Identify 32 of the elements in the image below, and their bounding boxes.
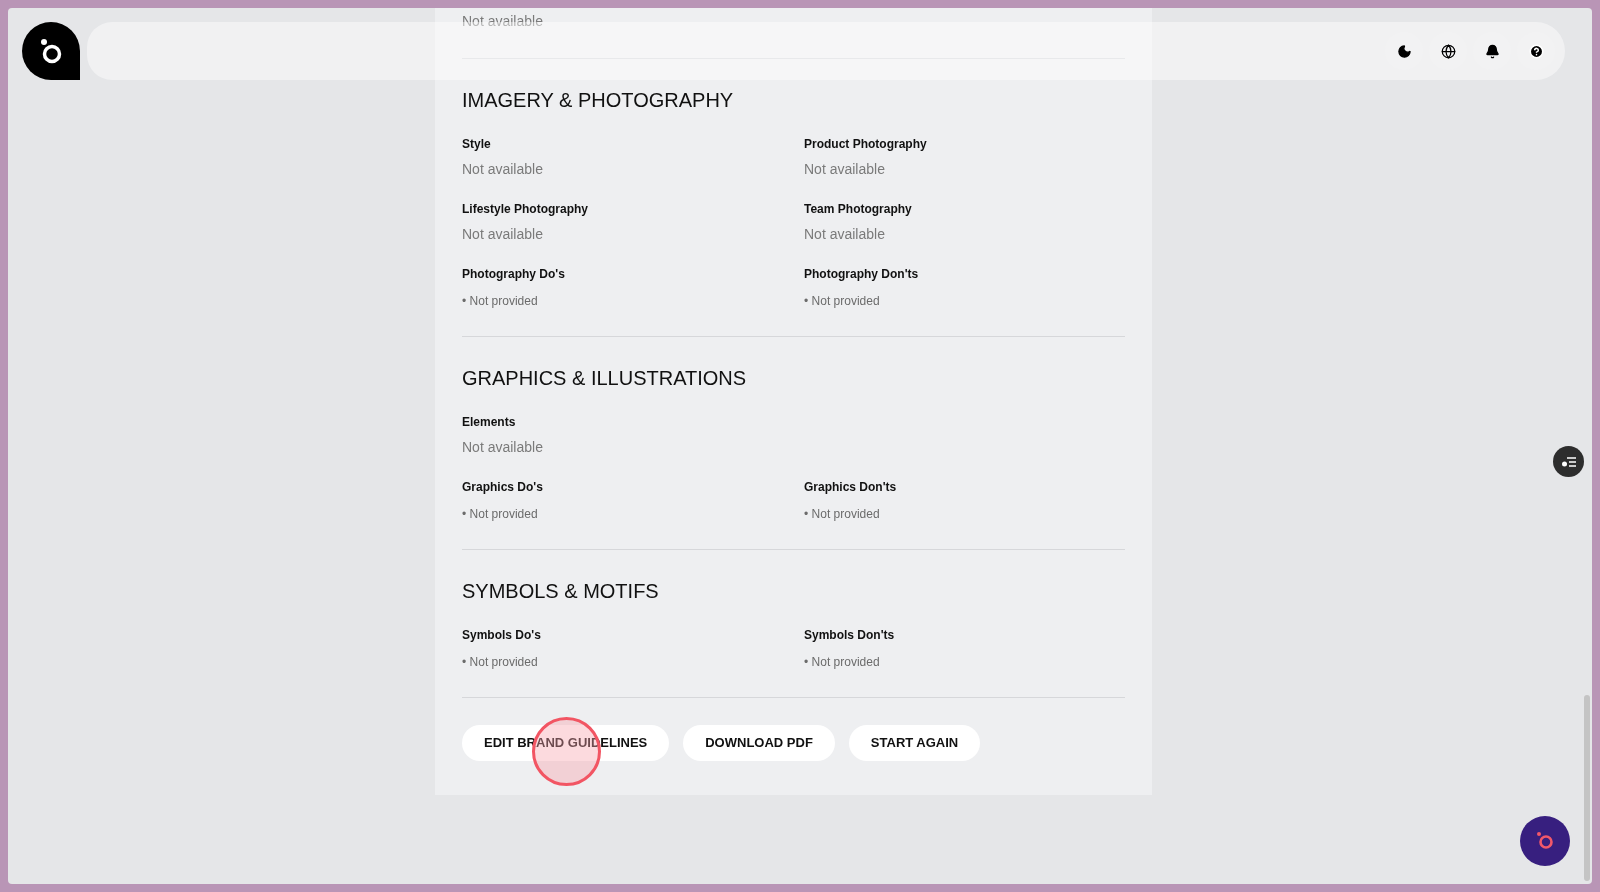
field-value: • Not provided <box>804 654 880 671</box>
field-label: Symbols Do's <box>462 627 541 644</box>
field-label: Graphics Do's <box>462 479 543 496</box>
field-value: Not available <box>462 160 543 179</box>
field-label: Lifestyle Photography <box>462 201 589 218</box>
field-label: Photography Do's <box>462 266 565 283</box>
field-value: • Not provided <box>804 293 880 310</box>
field-value: Not available <box>804 225 885 244</box>
field-value: • Not provided <box>804 506 880 523</box>
field-value: Not available <box>462 225 543 244</box>
assistant-icon[interactable] <box>1520 816 1570 866</box>
field-value: • Not provided <box>462 293 538 310</box>
field-value: • Not provided <box>462 654 538 671</box>
field-label: Team Photography <box>804 201 912 218</box>
field-label: Style <box>462 136 491 153</box>
section-title: GRAPHICS & ILLUSTRATIONS <box>462 366 747 391</box>
logo-icon[interactable] <box>22 22 80 80</box>
field-label: Symbols Don'ts <box>804 627 895 644</box>
field-value: Not available <box>804 160 885 179</box>
field-label: Photography Don'ts <box>804 266 919 283</box>
section-title: SYMBOLS & MOTIFS <box>462 579 659 604</box>
field-value: Not available <box>462 12 543 31</box>
section-title: IMAGERY & PHOTOGRAPHY <box>462 88 734 113</box>
outline-toggle-icon[interactable] <box>1553 446 1584 477</box>
field-value: Not available <box>462 438 543 457</box>
field-label: Product Photography <box>804 136 927 153</box>
action-button[interactable]: DOWNLOAD PDF <box>683 725 835 761</box>
scrollbar-thumb[interactable] <box>1584 695 1590 881</box>
field-value: • Not provided <box>462 506 538 523</box>
action-button[interactable]: START AGAIN <box>848 725 981 761</box>
field-label: Graphics Don'ts <box>804 479 897 496</box>
field-label: Elements <box>462 414 516 431</box>
